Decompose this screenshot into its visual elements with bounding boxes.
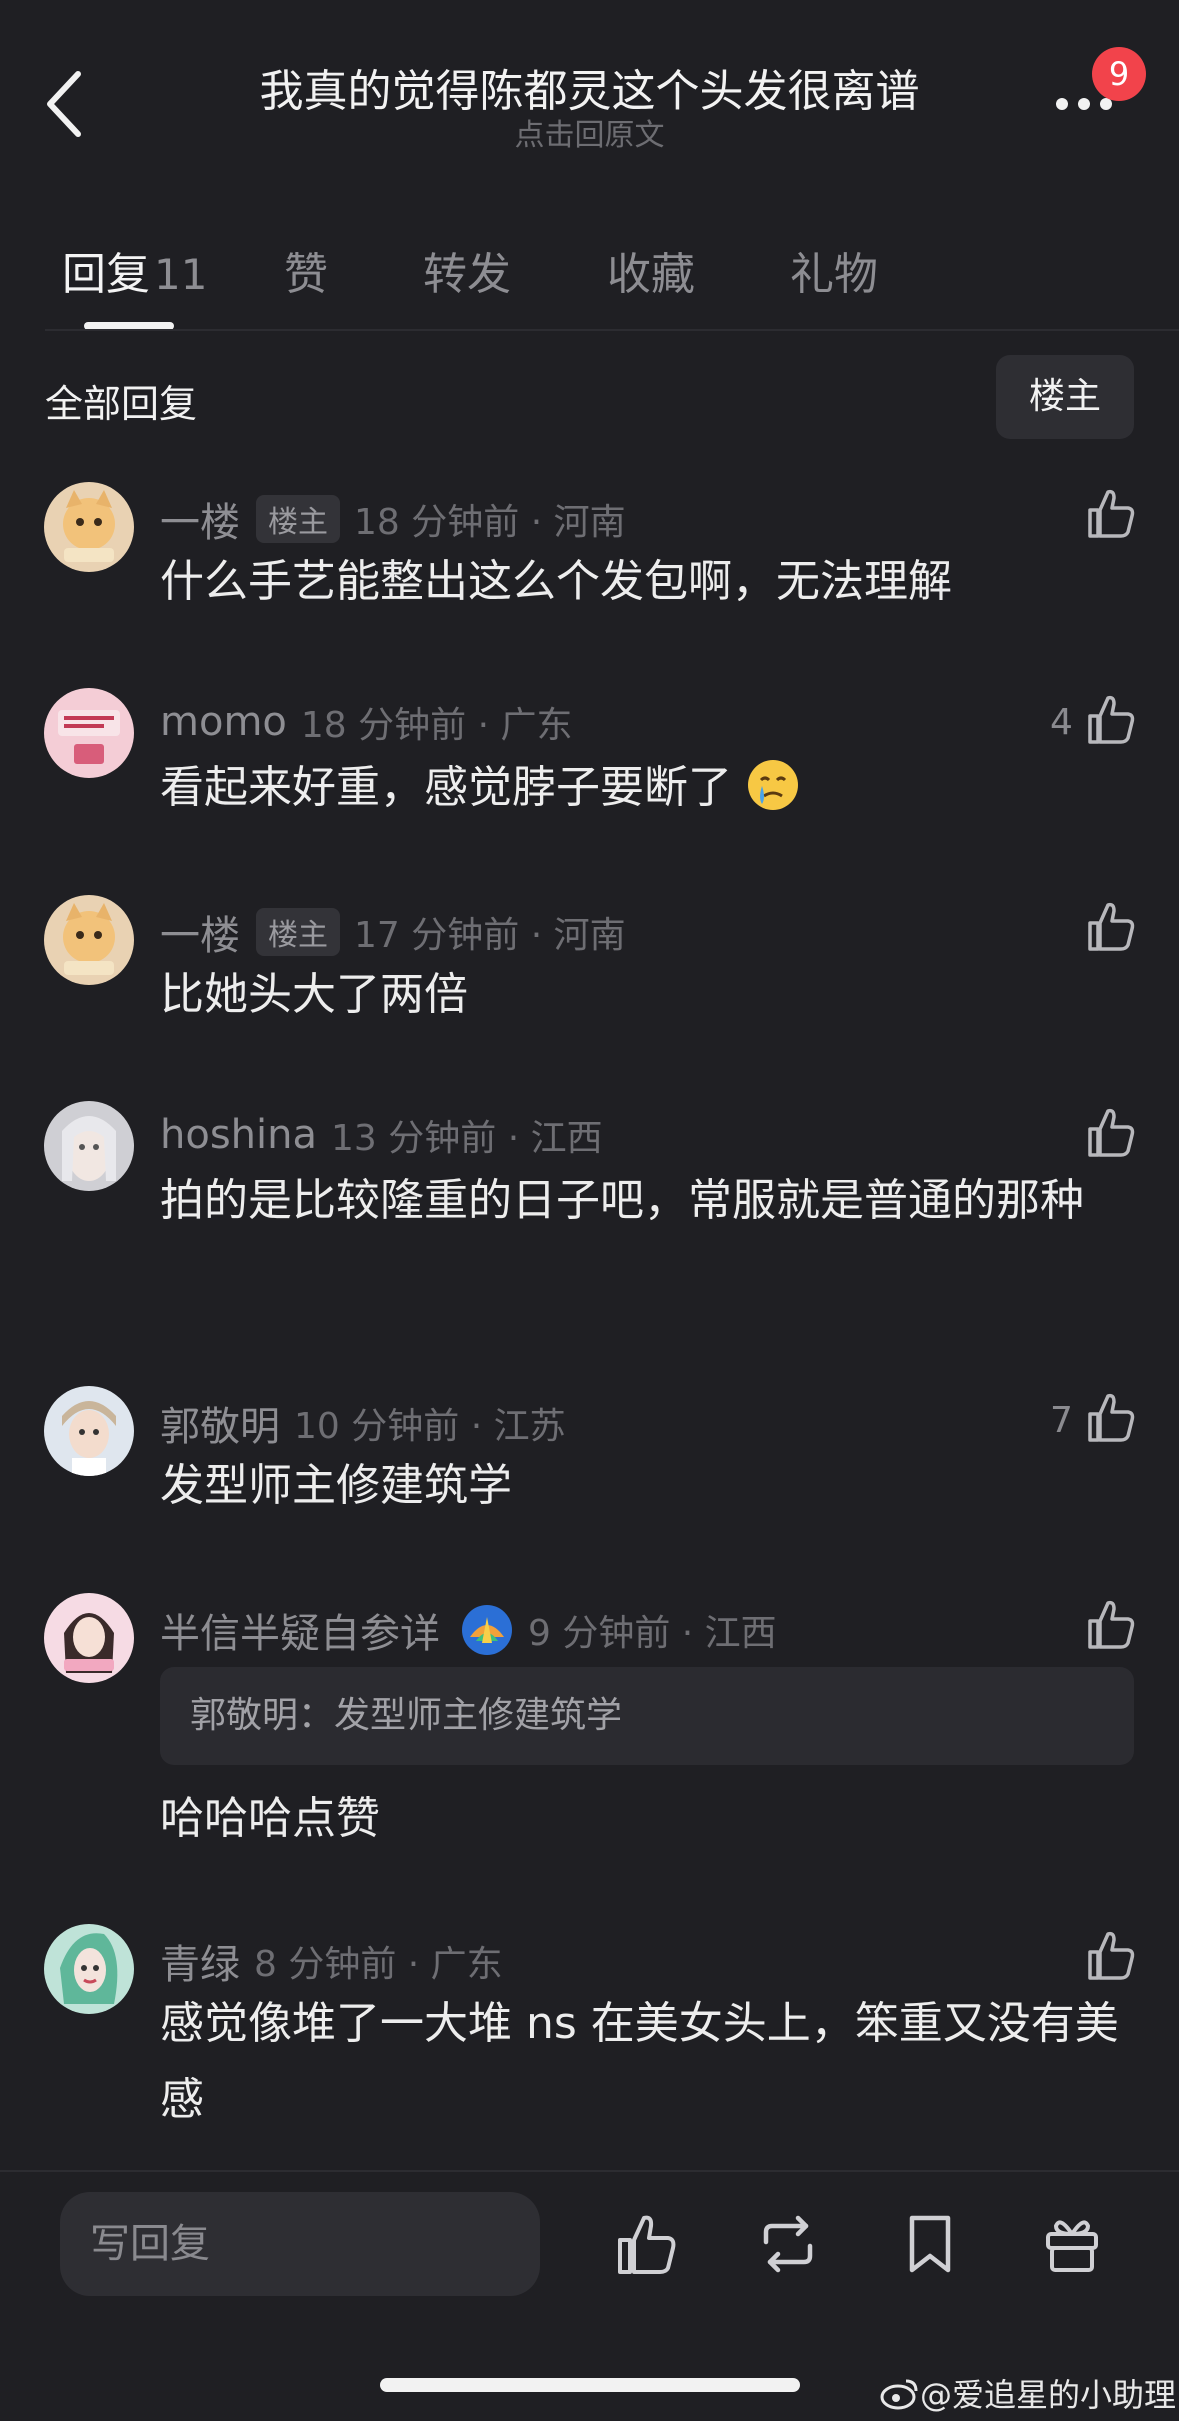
thumbs-up-icon[interactable] [1086, 1599, 1136, 1651]
back-to-original-link[interactable]: 点击回原文 [0, 110, 1179, 154]
comment-item: 青绿 8 分钟前 · 广东 感觉像堆了一大堆 ns 在美女头上，笨重又没有美感 [0, 1924, 1179, 2134]
thumbs-up-icon[interactable] [1086, 1107, 1136, 1159]
comment-item: 郭敬明 10 分钟前 · 江苏 7 发型师主修建筑学 [0, 1386, 1179, 1516]
reply-input[interactable]: 写回复 [60, 2192, 540, 2296]
comment-text: 看起来好重，感觉脖子要断了 [160, 762, 732, 813]
avatar[interactable] [44, 688, 134, 778]
comment-time-location: 8 分钟前 · 广东 [254, 1944, 503, 1985]
comment-meta: 一楼 楼主 17 分钟前 · 河南 [160, 903, 626, 961]
thumbs-up-icon[interactable] [1086, 488, 1136, 540]
like-count: 4 [1050, 702, 1073, 743]
comment-time-location: 9 分钟前 · 江西 [528, 1613, 777, 1654]
thumbs-up-icon[interactable] [1086, 694, 1136, 746]
comment-time-location: 13 分钟前 · 江西 [331, 1118, 603, 1159]
comment-meta: 青绿 8 分钟前 · 广东 [160, 1932, 503, 1990]
comment-body: 比她头大了两倍 [160, 969, 468, 1020]
tab-favorites[interactable]: 收藏 [607, 238, 695, 302]
bookmark-action-icon[interactable] [898, 2212, 962, 2276]
tab-gifts[interactable]: 礼物 [790, 238, 878, 302]
tab-reposts[interactable]: 转发 [423, 238, 511, 302]
comment-time-location: 17 分钟前 · 河南 [354, 915, 626, 956]
comment-item: 半信半疑自参详 9 分钟前 · 江西 郭敬明：发型师主修建筑学 哈哈哈点赞 [0, 1593, 1179, 1853]
home-indicator[interactable] [380, 2378, 800, 2392]
tab-likes[interactable]: 赞 [284, 238, 328, 302]
thumbs-up-icon[interactable] [1086, 901, 1136, 953]
avatar[interactable] [44, 1386, 134, 1476]
tab-replies-count: 11 [154, 250, 208, 299]
comment-time-location: 18 分钟前 · 广东 [300, 705, 573, 746]
comment-body: 发型师主修建筑学 [160, 1460, 512, 1511]
avatar[interactable] [44, 895, 134, 985]
thumbs-up-icon[interactable] [1086, 1392, 1136, 1444]
watermark-text: @爱追星的小助理 [920, 2376, 1177, 2414]
repost-action-icon[interactable] [756, 2212, 820, 2276]
username[interactable]: 半信半疑自参详 [160, 1601, 440, 1659]
comment-body: 哈哈哈点赞 [160, 1793, 380, 1844]
comment-item: 一楼 楼主 17 分钟前 · 河南 比她头大了两倍 [0, 895, 1179, 1025]
avatar[interactable] [44, 1593, 134, 1683]
quoted-reply[interactable]: 郭敬明：发型师主修建筑学 [160, 1667, 1134, 1765]
comment-time-location: 18 分钟前 · 河南 [354, 502, 626, 543]
member-badge-icon [462, 1605, 512, 1655]
avatar[interactable] [44, 1101, 134, 1191]
all-replies-label[interactable]: 全部回复 [45, 373, 197, 428]
comment-body: 什么手艺能整出这么个发包啊，无法理解 [160, 556, 952, 607]
weibo-logo-icon [880, 2379, 918, 2410]
top-nav-bar: 我真的觉得陈都灵这个头发很离谱 点击回原文 9 [0, 0, 1179, 170]
comment-item: 一楼 楼主 18 分钟前 · 河南 什么手艺能整出这么个发包啊，无法理解 [0, 482, 1179, 612]
comment-time-location: 10 分钟前 · 江苏 [294, 1406, 566, 1447]
comment-meta: hoshina 13 分钟前 · 江西 [160, 1109, 603, 1161]
username[interactable]: 一楼 [160, 490, 240, 548]
like-count: 7 [1050, 1400, 1073, 1441]
tab-replies[interactable]: 回复11 [62, 238, 207, 302]
op-tag: 楼主 [256, 908, 340, 956]
op-tag: 楼主 [256, 495, 340, 543]
username[interactable]: hoshina [160, 1112, 317, 1158]
username[interactable]: 一楼 [160, 903, 240, 961]
comment-item: momo 18 分钟前 · 广东 4 看起来好重，感觉脖子要断了 [0, 688, 1179, 818]
username[interactable]: 青绿 [160, 1932, 240, 1990]
like-action-icon[interactable] [614, 2212, 678, 2276]
gift-action-icon[interactable] [1040, 2212, 1104, 2276]
op-only-button[interactable]: 楼主 [996, 355, 1134, 439]
comment-meta: 半信半疑自参详 9 分钟前 · 江西 [160, 1601, 777, 1659]
tabs-divider [45, 329, 1179, 331]
comment-body: 拍的是比较隆重的日子吧，常服就是普通的那种 [160, 1175, 1084, 1226]
comment-meta: momo 18 分钟前 · 广东 [160, 696, 572, 748]
comment-body: 看起来好重，感觉脖子要断了 [160, 750, 1140, 826]
username[interactable]: momo [160, 699, 287, 745]
notification-badge: 9 [1092, 47, 1146, 101]
avatar[interactable] [44, 482, 134, 572]
comment-meta: 一楼 楼主 18 分钟前 · 河南 [160, 490, 626, 548]
thumbs-up-icon[interactable] [1086, 1930, 1136, 1982]
tab-replies-label: 回复 [62, 249, 150, 300]
watermark: @爱追星的小助理 [880, 2370, 1176, 2416]
comment-body: 感觉像堆了一大堆 ns 在美女头上，笨重又没有美感 [160, 1998, 1119, 2125]
crying-face-emoji-icon [748, 760, 798, 810]
comment-item: hoshina 13 分钟前 · 江西 拍的是比较隆重的日子吧，常服就是普通的那… [0, 1101, 1179, 1311]
username[interactable]: 郭敬明 [160, 1394, 280, 1452]
tab-bar: 回复11 赞 转发 收藏 礼物 [0, 230, 1179, 330]
comment-meta: 郭敬明 10 分钟前 · 江苏 [160, 1394, 566, 1452]
avatar[interactable] [44, 1924, 134, 2014]
